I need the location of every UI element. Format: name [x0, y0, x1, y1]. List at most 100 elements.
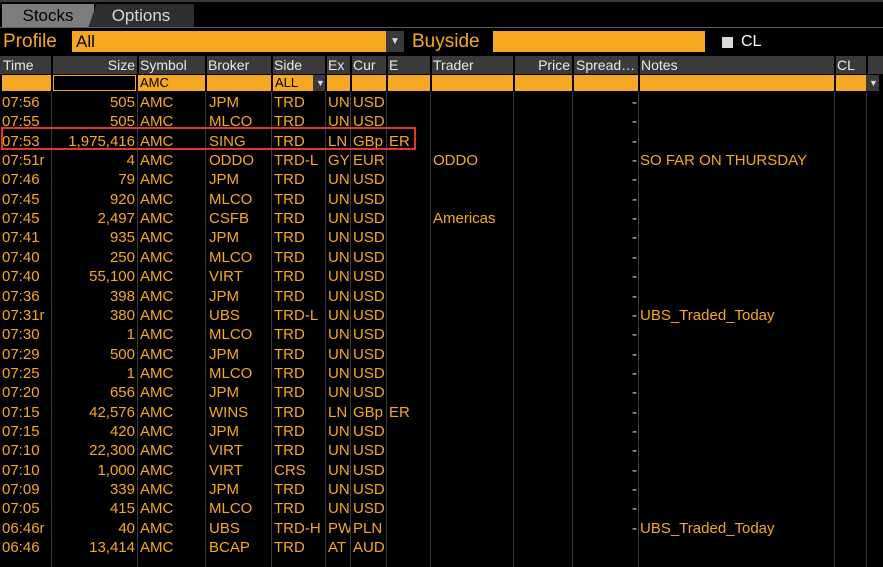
table-row[interactable]: 07:10 22,300 AMC VIRT TRD UN USD - — [0, 441, 883, 460]
cell-notes — [640, 325, 833, 344]
cell-broker: MLCO — [209, 326, 253, 344]
cell-notes — [640, 383, 833, 402]
size-filter-input[interactable] — [53, 75, 136, 91]
cell-cur: USD — [353, 481, 385, 498]
cell-trader — [433, 325, 513, 344]
spread-filter[interactable] — [574, 75, 638, 91]
cell-broker: VIRT — [209, 442, 243, 460]
cell-time: 07:05 — [2, 500, 40, 518]
table-row[interactable]: 07:56 505 AMC JPM TRD UN USD - — [0, 93, 883, 112]
tab-stocks[interactable]: Stocks — [2, 4, 94, 28]
cell-e — [389, 248, 429, 267]
cell-ex: UN — [328, 364, 350, 382]
cell-ex: UN — [328, 345, 350, 363]
col-notes[interactable]: Notes — [641, 56, 831, 74]
col-size[interactable]: Size — [53, 56, 135, 74]
cell-time: 07:31r — [2, 306, 45, 324]
cell-size: 42,576 — [89, 403, 135, 421]
table-row[interactable]: 07:40 55,100 AMC VIRT TRD UN USD - — [0, 267, 883, 286]
tab-options[interactable]: Options — [88, 4, 194, 28]
col-time[interactable]: Time — [3, 56, 51, 74]
cell-notes — [640, 248, 833, 267]
col-symbol[interactable]: Symbol — [140, 56, 204, 74]
cl-label: CL — [741, 33, 762, 50]
cl-checkbox[interactable] — [722, 37, 733, 48]
col-cl[interactable]: CL — [837, 56, 867, 74]
ex-filter[interactable] — [327, 75, 350, 91]
table-row[interactable]: 07:45 2,497 AMC CSFB TRD UN USD Americas - — [0, 209, 883, 228]
cell-e — [389, 190, 429, 209]
cell-ex: UN — [328, 171, 350, 189]
cell-e — [389, 209, 429, 228]
col-price[interactable]: Price — [516, 56, 570, 74]
cell-notes — [640, 364, 833, 383]
price-filter[interactable] — [515, 75, 572, 91]
table-row[interactable]: 07:09 339 AMC JPM TRD UN USD - — [0, 480, 883, 499]
table-row[interactable]: 07:41 935 AMC JPM TRD UN USD - — [0, 228, 883, 247]
cell-time: 07:25 — [2, 364, 40, 382]
table-row[interactable]: 07:51r 4 AMC ODDO TRD-L GY EUR ODDO - SO FAR ON T… — [0, 151, 883, 170]
cell-e — [389, 422, 429, 441]
cell-size: 1,000 — [97, 461, 135, 479]
table-row[interactable]: 07:40 250 AMC MLCO TRD UN USD - — [0, 248, 883, 267]
cell-ex: LN — [328, 403, 348, 421]
table-row[interactable]: 06:46r 40 AMC UBS TRD-H PW PLN - UBS_Traded_Toda… — [0, 519, 883, 538]
side-filter-select[interactable]: ALL — [273, 75, 313, 91]
cell-symbol: AMC — [140, 190, 174, 208]
cell-ex: UN — [328, 481, 350, 498]
table-row[interactable]: 07:45 920 AMC MLCO TRD UN USD - — [0, 190, 883, 209]
notes-filter[interactable] — [640, 75, 834, 91]
table-row[interactable]: 07:30 1 AMC MLCO TRD UN USD - — [0, 325, 883, 344]
e-filter[interactable] — [388, 75, 430, 91]
cell-notes — [640, 345, 833, 364]
cell-symbol: AMC — [140, 384, 174, 402]
cell-time: 07:10 — [2, 461, 40, 479]
time-filter[interactable] — [2, 75, 51, 91]
cell-notes: UBS_Traded_Today — [640, 306, 775, 324]
cl-filter[interactable] — [836, 75, 866, 91]
profile-select[interactable]: All — [72, 31, 386, 52]
table-row[interactable]: 07:25 1 AMC MLCO TRD UN USD - — [0, 364, 883, 383]
table-row[interactable]: 07:31r 380 AMC UBS TRD-L UN USD - UBS_Traded_Tod… — [0, 306, 883, 325]
cell-notes — [640, 132, 833, 151]
chevron-down-icon[interactable]: ▼ — [313, 75, 325, 91]
cell-time: 07:41 — [2, 229, 40, 247]
cur-filter[interactable] — [352, 75, 386, 91]
buyside-label: Buyside — [412, 31, 480, 52]
cell-spread: - — [632, 268, 637, 286]
chevron-down-icon[interactable]: ▼ — [386, 31, 404, 52]
col-broker[interactable]: Broker — [208, 56, 272, 74]
trader-filter[interactable] — [432, 75, 513, 91]
chevron-down-icon[interactable]: ▼ — [866, 75, 879, 91]
cell-spread: - — [632, 403, 637, 421]
table-row[interactable]: 06:46 13,414 AMC BCAP TRD AT AUD — [0, 538, 883, 557]
cell-broker: UBS — [209, 519, 240, 537]
cell-cur: USD — [353, 190, 385, 208]
cell-ex: AT — [328, 539, 347, 557]
cell-ex: UN — [328, 326, 350, 344]
table-row[interactable]: 07:10 1,000 AMC VIRT CRS UN USD - — [0, 461, 883, 480]
broker-filter[interactable] — [207, 75, 271, 91]
cell-size: 398 — [109, 287, 135, 305]
table-row[interactable]: 07:15 420 AMC JPM TRD UN USD - — [0, 422, 883, 441]
col-spread[interactable]: Spread… — [576, 56, 638, 74]
col-cur[interactable]: Cur — [353, 56, 387, 74]
table-row[interactable]: 07:29 500 AMC JPM TRD UN USD - — [0, 345, 883, 364]
buyside-input[interactable] — [493, 31, 705, 52]
cell-time: 07:15 — [2, 422, 40, 440]
table-row[interactable]: 07:05 415 AMC MLCO TRD UN USD - — [0, 499, 883, 518]
col-ex[interactable]: Ex — [328, 56, 350, 74]
table-row[interactable]: 07:20 656 AMC JPM TRD UN USD - — [0, 383, 883, 402]
cell-notes — [640, 190, 833, 209]
col-trader[interactable]: Trader — [433, 56, 513, 74]
table-row[interactable]: 07:36 398 AMC JPM TRD UN USD - — [0, 287, 883, 306]
table-row[interactable]: 07:46 79 AMC JPM TRD UN USD - — [0, 170, 883, 189]
col-side[interactable]: Side — [274, 56, 326, 74]
symbol-filter-input[interactable]: AMC — [138, 75, 205, 91]
col-e[interactable]: E — [389, 56, 429, 74]
cell-spread: - — [632, 364, 637, 382]
cell-side: CRS — [274, 461, 306, 479]
cell-cur: USD — [353, 364, 385, 382]
table-row[interactable]: 07:15 42,576 AMC WINS TRD LN GBp ER - — [0, 403, 883, 422]
cell-cur: USD — [353, 229, 385, 247]
